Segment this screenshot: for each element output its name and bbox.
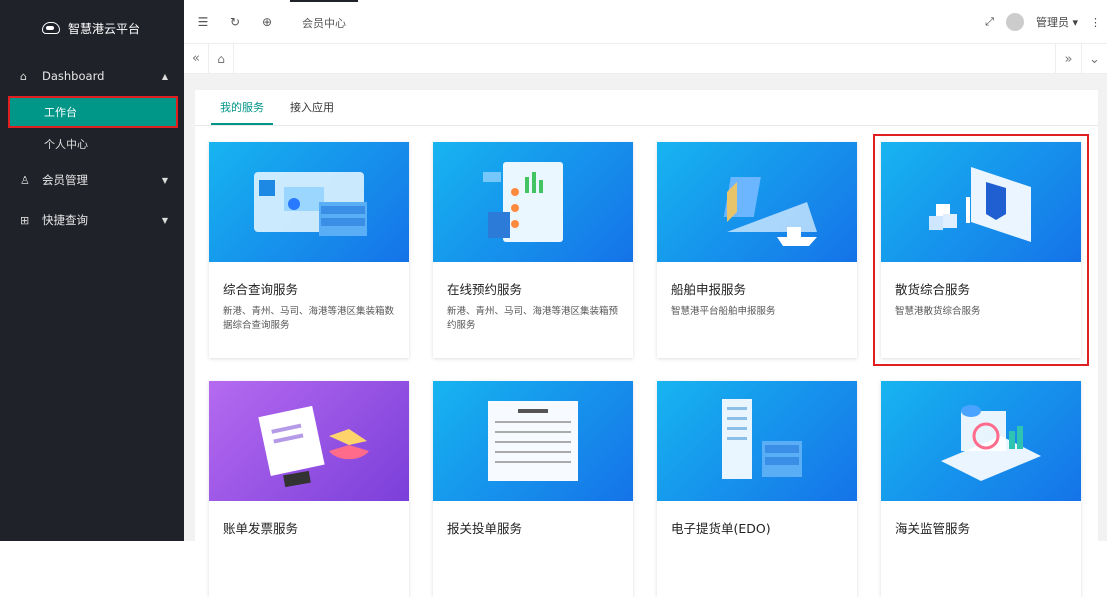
card-desc: 智慧港散货综合服务 [895, 305, 1067, 319]
apps-icon: ⊞ [20, 214, 34, 227]
service-card[interactable]: 船舶申报服务 智慧港平台船舶申报服务 [657, 142, 857, 358]
menu-head-quick-query[interactable]: ⊞ 快捷查询 ▼ [0, 200, 184, 240]
service-card[interactable]: 在线预约服务 新港、青州、马司、海港等港区集装箱预约服务 [433, 142, 633, 358]
menu-quick-query: ⊞ 快捷查询 ▼ [0, 200, 184, 240]
service-card[interactable]: 账单发票服务 [209, 381, 409, 597]
service-card[interactable]: 综合查询服务 新港、青州、马司、海港等港区集装箱数据综合查询服务 [209, 142, 409, 358]
service-card[interactable]: 海关监管服务 [881, 381, 1081, 597]
card-title: 海关监管服务 [895, 518, 1067, 537]
service-card[interactable]: 散货综合服务 智慧港散货综合服务 [881, 142, 1081, 358]
tabbar-right: » ⌄ [1055, 44, 1107, 74]
menu-member: ♙ 会员管理 ▼ [0, 160, 184, 200]
scroll-left-icon[interactable]: « [184, 51, 208, 66]
sidebar: 智慧港云平台 ⌂ Dashboard ▲ 工作台 个人中心 ♙ 会员管理 ▼ ⊞… [0, 0, 184, 541]
caret-down-icon: ▼ [162, 176, 168, 185]
customs-supervision-illustration [881, 381, 1081, 501]
ship-illustration [657, 142, 857, 262]
home-icon: ⌂ [20, 70, 34, 83]
sidebar-item-workbench[interactable]: 工作台 [8, 96, 178, 128]
more-icon[interactable]: ⋮ [1090, 16, 1101, 29]
card-title: 船舶申报服务 [671, 279, 843, 298]
chevron-down-icon[interactable]: ⌄ [1081, 44, 1107, 74]
card-title: 账单发票服务 [223, 518, 395, 537]
menu-head-dashboard[interactable]: ⌂ Dashboard ▲ [0, 56, 184, 96]
invoice-illustration [209, 381, 409, 501]
top-tab-member-center[interactable]: 会员中心 [290, 0, 358, 44]
menu-label: Dashboard [42, 69, 104, 83]
card-desc: 新港、青州、马司、海港等港区集装箱预约服务 [447, 305, 619, 333]
user-icon: ♙ [20, 174, 34, 187]
menu-label: 快捷查询 [42, 212, 88, 228]
menu-toggle-icon[interactable]: ☰ [190, 15, 216, 29]
service-card[interactable]: 报关投单服务 [433, 381, 633, 597]
topbar: ☰ ↻ ⊕ 会员中心 ⤢ 管理员 ▾ ⋮ [184, 0, 1107, 44]
card-title: 报关投单服务 [447, 518, 619, 537]
menu-label: 会员管理 [42, 172, 88, 188]
service-grid: 综合查询服务 新港、青州、马司、海港等港区集装箱数据综合查询服务 [209, 142, 1081, 597]
card-title: 散货综合服务 [895, 279, 1067, 298]
menu-dashboard: ⌂ Dashboard ▲ 工作台 个人中心 [0, 56, 184, 160]
sidebar-item-personal-center[interactable]: 个人中心 [0, 128, 184, 160]
globe-icon[interactable]: ⊕ [254, 15, 280, 29]
user-menu[interactable]: 管理员 ▾ [1036, 14, 1078, 30]
avatar[interactable] [1006, 13, 1024, 31]
card-title: 电子提货单(EDO) [671, 518, 843, 537]
services-panel: 我的服务 接入应用 综合查询服务 新港、青州、马司、海港等港 [195, 90, 1098, 541]
query-illustration [209, 142, 409, 262]
topbar-right: ⤢ 管理员 ▾ ⋮ [985, 0, 1101, 44]
card-desc: 智慧港平台船舶申报服务 [671, 305, 843, 319]
menu-head-member[interactable]: ♙ 会员管理 ▼ [0, 160, 184, 200]
customs-declaration-illustration [433, 381, 633, 501]
booking-illustration [433, 142, 633, 262]
caret-down-icon: ▼ [162, 216, 168, 225]
tab-access-apps[interactable]: 接入应用 [281, 90, 343, 125]
card-title: 综合查询服务 [223, 279, 395, 298]
card-desc: 新港、青州、马司、海港等港区集装箱数据综合查询服务 [223, 305, 395, 333]
user-name: 管理员 [1036, 16, 1069, 29]
tab-my-services[interactable]: 我的服务 [211, 90, 273, 125]
brand-title: 智慧港云平台 [68, 20, 140, 37]
fullscreen-icon[interactable]: ⤢ [985, 15, 994, 29]
caret-down-icon: ▾ [1072, 16, 1078, 29]
service-card[interactable]: 电子提货单(EDO) [657, 381, 857, 597]
caret-up-icon: ▲ [162, 72, 168, 81]
subtabs: 我的服务 接入应用 [195, 90, 1098, 126]
bulk-cargo-illustration [881, 142, 1081, 262]
brand[interactable]: 智慧港云平台 [0, 0, 184, 56]
card-title: 在线预约服务 [447, 279, 619, 298]
cloud-icon [42, 22, 60, 34]
content-area: 我的服务 接入应用 综合查询服务 新港、青州、马司、海港等港 [184, 74, 1107, 541]
edo-illustration [657, 381, 857, 501]
home-tab-icon[interactable]: ⌂ [208, 44, 234, 74]
scroll-right-icon[interactable]: » [1055, 44, 1081, 74]
page-tabbar: « ⌂ » ⌄ [184, 44, 1107, 74]
refresh-icon[interactable]: ↻ [222, 15, 248, 29]
